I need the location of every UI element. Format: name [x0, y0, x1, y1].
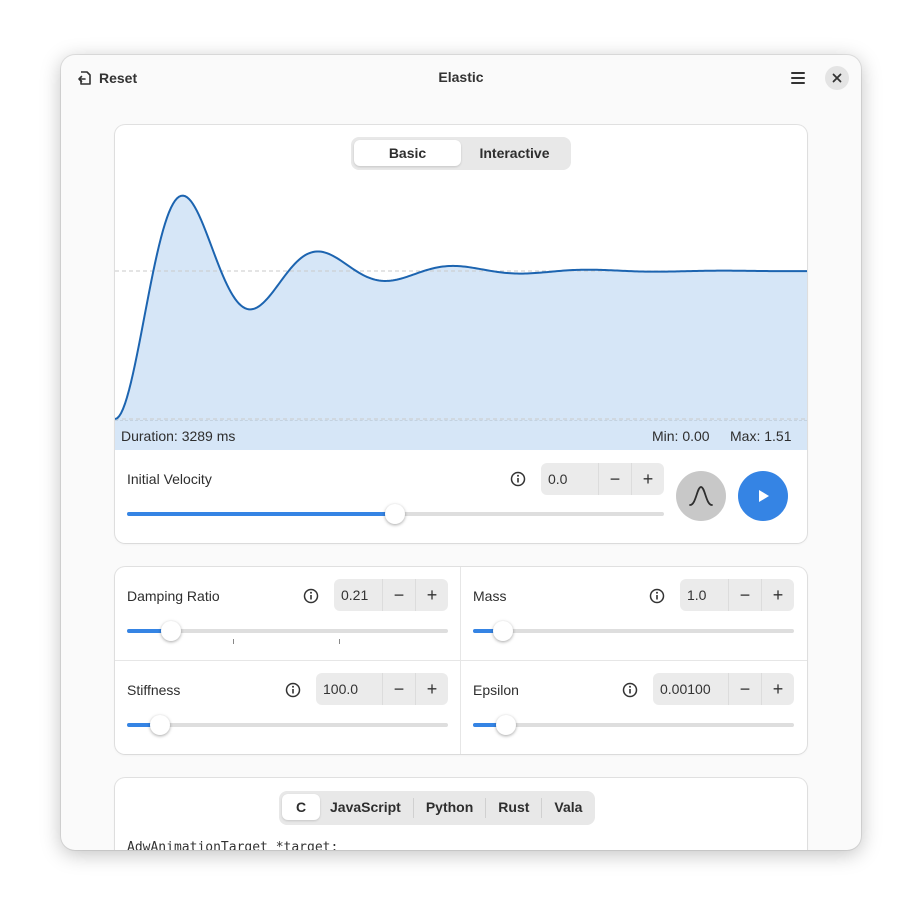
play-button[interactable]: [738, 471, 788, 521]
initial-velocity-spinbutton[interactable]: 0.0 − +: [541, 463, 664, 495]
info-icon[interactable]: [303, 588, 319, 604]
tab-separator: [541, 798, 543, 818]
info-icon[interactable]: [649, 588, 665, 604]
tab-interactive[interactable]: Interactive: [461, 140, 568, 166]
mass-value[interactable]: 1.0: [680, 579, 728, 611]
app-window: Reset Elastic Basic Interactive Duration…: [61, 55, 861, 850]
decrement-button[interactable]: −: [382, 673, 415, 705]
play-icon: [759, 490, 769, 502]
mass-slider[interactable]: [473, 629, 794, 633]
tab-javascript[interactable]: JavaScript: [320, 794, 411, 820]
duration-label: Duration: 3289 ms: [121, 428, 236, 444]
stiffness-slider-knob[interactable]: [150, 715, 170, 735]
epsilon-slider-knob[interactable]: [496, 715, 516, 735]
curve-button[interactable]: [676, 471, 726, 521]
increment-button[interactable]: +: [631, 463, 664, 495]
stiffness-value[interactable]: 100.0: [316, 673, 382, 705]
increment-button[interactable]: +: [761, 579, 794, 611]
close-icon: [832, 73, 842, 83]
epsilon-slider[interactable]: [473, 723, 794, 727]
max-label: Max: 1.51: [730, 428, 792, 444]
window-title: Elastic: [438, 69, 484, 85]
code-snippet[interactable]: AdwAnimationTarget *target;: [127, 840, 338, 850]
tab-python[interactable]: Python: [416, 794, 483, 820]
mass-spinbutton[interactable]: 1.0 − +: [680, 579, 794, 611]
code-card: C JavaScript Python Rust Vala AdwAnimati…: [115, 778, 807, 850]
curve-fill: [115, 195, 807, 450]
decrement-button[interactable]: −: [598, 463, 631, 495]
header-bar: Reset Elastic: [61, 55, 861, 101]
mass-slider-knob[interactable]: [493, 621, 513, 641]
hamburger-menu-icon: [791, 72, 805, 84]
increment-button[interactable]: +: [415, 673, 448, 705]
tab-basic[interactable]: Basic: [354, 140, 461, 166]
damping-ratio-spinbutton[interactable]: 0.21 − +: [334, 579, 448, 611]
animation-preview-card: Basic Interactive Duration: 3289 ms Min:…: [115, 125, 807, 543]
stiffness-label: Stiffness: [127, 682, 181, 698]
epsilon-value[interactable]: 0.00100: [653, 673, 728, 705]
damping-ratio-label: Damping Ratio: [127, 588, 220, 604]
initial-velocity-value[interactable]: 0.0: [541, 463, 598, 495]
decrement-button[interactable]: −: [728, 673, 761, 705]
tab-vala[interactable]: Vala: [544, 794, 592, 820]
min-label: Min: 0.00: [652, 428, 710, 444]
slider-tick: [339, 639, 340, 644]
close-button[interactable]: [825, 66, 849, 90]
epsilon-label: Epsilon: [473, 682, 519, 698]
decrement-button[interactable]: −: [382, 579, 415, 611]
tab-separator: [485, 798, 487, 818]
info-icon[interactable]: [622, 682, 638, 698]
tab-c[interactable]: C: [282, 794, 320, 820]
tab-rust[interactable]: Rust: [488, 794, 539, 820]
initial-velocity-slider-fill: [127, 512, 395, 516]
decrement-button[interactable]: −: [728, 579, 761, 611]
main-menu-button[interactable]: [785, 65, 811, 91]
mode-toggle-group: Basic Interactive: [351, 137, 571, 170]
bell-curve-icon: [689, 486, 713, 506]
slider-tick: [233, 639, 234, 644]
info-icon[interactable]: [285, 682, 301, 698]
info-icon[interactable]: [510, 471, 526, 487]
language-toggle-group: C JavaScript Python Rust Vala: [279, 791, 596, 825]
epsilon-spinbutton[interactable]: 0.00100 − +: [653, 673, 794, 705]
increment-button[interactable]: +: [761, 673, 794, 705]
damping-ratio-slider-knob[interactable]: [161, 621, 181, 641]
tab-separator: [412, 798, 414, 818]
initial-velocity-slider-knob[interactable]: [385, 504, 405, 524]
mass-label: Mass: [473, 588, 507, 604]
damping-ratio-value[interactable]: 0.21: [334, 579, 382, 611]
increment-button[interactable]: +: [415, 579, 448, 611]
initial-velocity-label: Initial Velocity: [127, 471, 212, 487]
stiffness-spinbutton[interactable]: 100.0 − +: [316, 673, 448, 705]
stiffness-slider[interactable]: [127, 723, 448, 727]
row-divider: [115, 660, 807, 661]
parameters-card: Damping Ratio 0.21 − + Mass 1.0 − + Stif…: [115, 567, 807, 754]
spring-curve-graph: [115, 194, 807, 450]
stats-bar: Duration: 3289 ms Min: 0.00 Max: 1.51: [115, 420, 807, 450]
